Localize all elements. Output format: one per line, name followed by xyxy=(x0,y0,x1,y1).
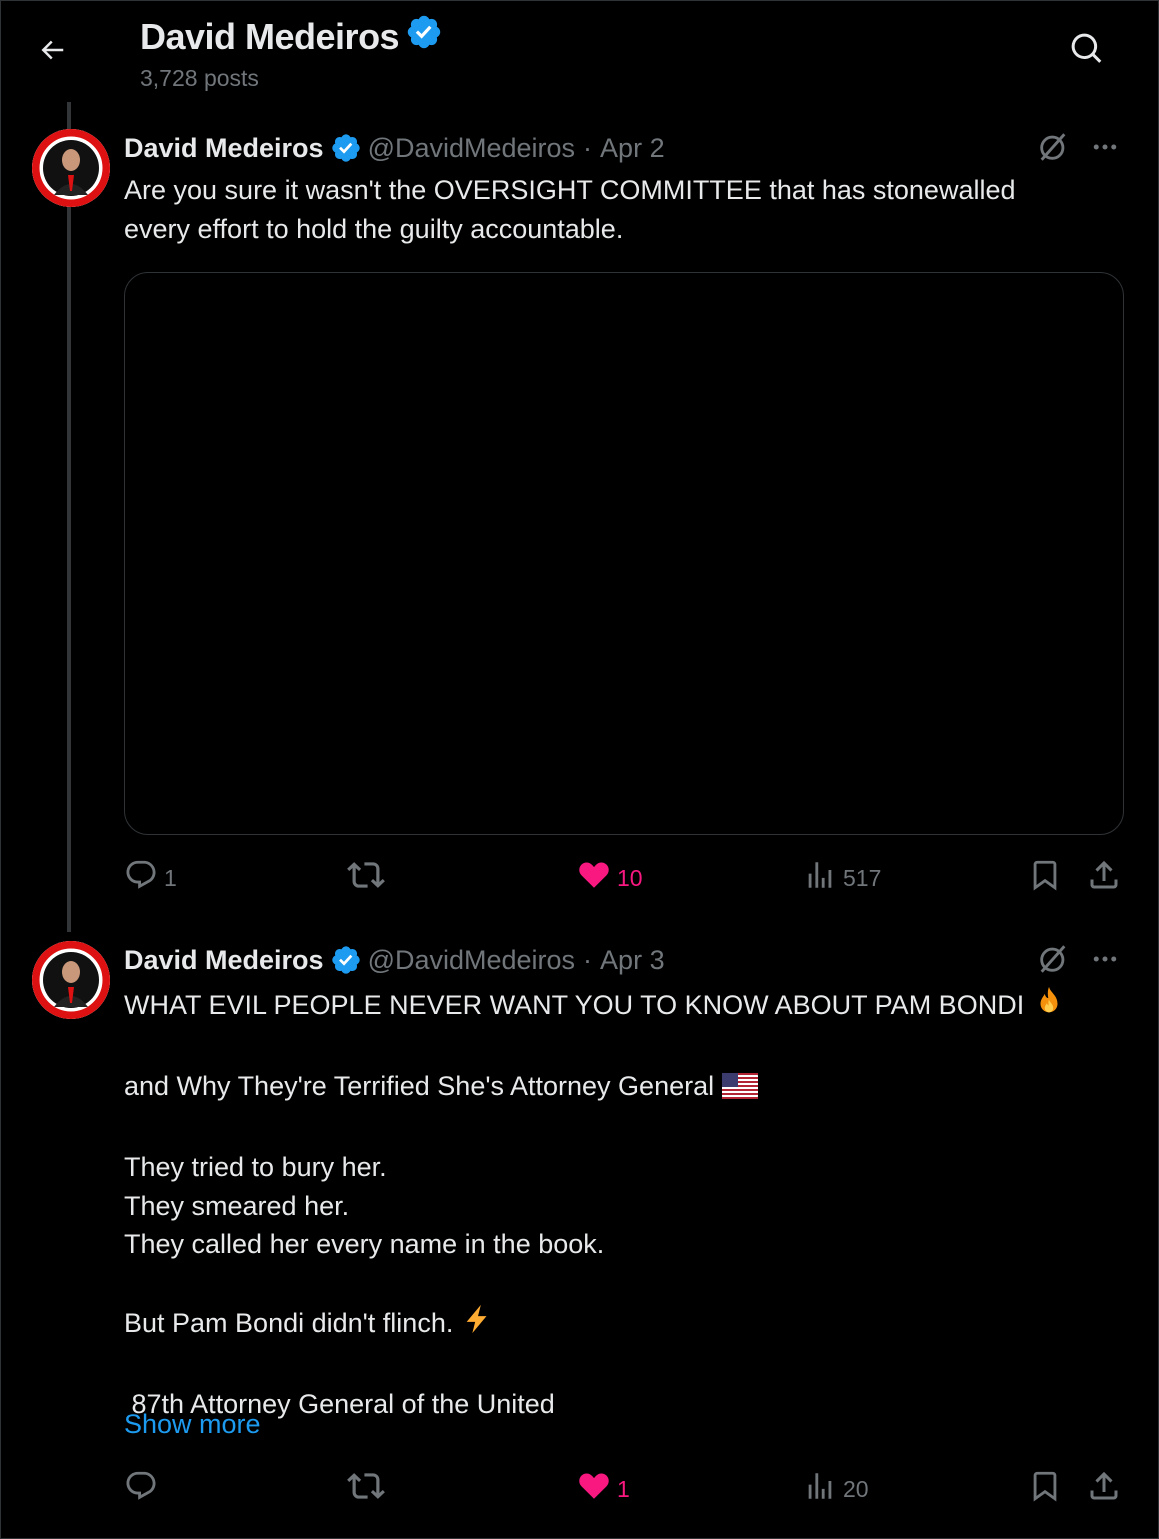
back-button[interactable] xyxy=(31,31,73,73)
avatar[interactable] xyxy=(32,129,110,207)
more-options-button[interactable] xyxy=(1086,942,1124,980)
tweet-text-segment: and Why They're Terrified She's Attorney… xyxy=(124,1071,715,1101)
thread-connector-line xyxy=(67,102,71,932)
search-button[interactable] xyxy=(1065,29,1109,73)
profile-name-text: David Medeiros xyxy=(140,15,400,57)
tweet-text-line xyxy=(124,1029,1124,1068)
tweet-text-line xyxy=(124,1347,1124,1386)
profile-name: David Medeiros xyxy=(140,13,443,60)
reply-icon xyxy=(124,1469,158,1509)
author-name[interactable]: David Medeiros xyxy=(124,133,324,164)
grok-icon xyxy=(1036,942,1070,981)
retweet-button[interactable] xyxy=(347,858,391,898)
share-icon xyxy=(1086,857,1122,899)
share-button[interactable] xyxy=(1086,858,1122,898)
search-icon xyxy=(1069,31,1105,72)
like-count: 1 xyxy=(617,1475,630,1502)
us-flag-emoji xyxy=(722,1071,759,1110)
author-handle[interactable]: @DavidMedeiros xyxy=(368,945,575,976)
separator-dot: · xyxy=(583,944,593,975)
bookmark-icon xyxy=(1028,858,1062,898)
share-icon xyxy=(1086,1468,1122,1510)
heart-icon xyxy=(577,858,611,898)
show-more-link[interactable]: Show more xyxy=(124,1409,261,1440)
grok-button[interactable] xyxy=(1034,942,1072,980)
avatar[interactable] xyxy=(32,941,110,1019)
posts-count: 3,728 posts xyxy=(140,65,259,91)
tweet-actions: 1 10 517 xyxy=(1,858,1158,898)
tweet-text-segment: But Pam Bondi didn't flinch. xyxy=(124,1308,454,1338)
bookmark-button[interactable] xyxy=(1028,858,1062,898)
reply-button[interactable] xyxy=(124,1469,164,1509)
back-arrow-icon xyxy=(37,35,67,70)
profile-header: David Medeiros 3,728 posts xyxy=(1,1,1158,101)
retweet-button[interactable] xyxy=(347,1469,391,1509)
views-icon xyxy=(803,1469,837,1509)
author-handle[interactable]: @DavidMedeiros xyxy=(368,133,575,164)
reply-icon xyxy=(124,858,158,898)
bookmark-icon xyxy=(1028,1469,1062,1509)
author-name[interactable]: David Medeiros xyxy=(124,945,324,976)
fire-emoji xyxy=(1032,984,1066,1029)
separator-dot: · xyxy=(583,132,593,163)
tweet-text-line xyxy=(124,1264,1124,1303)
tweet-text-line xyxy=(124,1110,1124,1149)
verified-badge-icon xyxy=(330,132,362,164)
more-options-button[interactable] xyxy=(1086,130,1124,168)
reply-count: 1 xyxy=(164,864,177,891)
tweet-text-line: But Pam Bondi didn't flinch. xyxy=(124,1302,1124,1347)
verified-badge-icon xyxy=(330,944,362,976)
like-button[interactable]: 1 xyxy=(577,1469,630,1509)
bookmark-button[interactable] xyxy=(1028,1469,1062,1509)
grok-icon xyxy=(1036,130,1070,169)
tweet-media[interactable] xyxy=(124,272,1124,835)
app-frame: David Medeiros 3,728 posts David Medeiro… xyxy=(0,0,1159,1539)
verified-badge-icon xyxy=(405,13,443,60)
views-button[interactable]: 20 xyxy=(803,1469,869,1509)
tweet-text-line: They tried to bury her. xyxy=(124,1152,387,1182)
tweet-text-line: WHAT EVIL PEOPLE NEVER WANT YOU TO KNOW … xyxy=(124,984,1124,1029)
view-count: 20 xyxy=(843,1475,869,1502)
tweet-text-line: every effort to hold the guilty accounta… xyxy=(124,213,624,244)
tweet-date[interactable]: Apr 2 xyxy=(600,133,665,164)
tweet-text-line: They smeared her. xyxy=(124,1190,350,1221)
like-count: 10 xyxy=(617,864,643,891)
tweet-text-line: They called her every name in the book. xyxy=(124,1229,605,1259)
tweet-text-line: Are you sure it wasn't the OVERSIGHT COM… xyxy=(124,175,1016,205)
tweet-date[interactable]: Apr 3 xyxy=(600,945,665,976)
tweet-text: Are you sure it wasn't the OVERSIGHT COM… xyxy=(124,171,1124,248)
reply-button[interactable]: 1 xyxy=(124,858,177,898)
tweet-text-segment: WHAT EVIL PEOPLE NEVER WANT YOU TO KNOW … xyxy=(124,990,1025,1020)
views-button[interactable]: 517 xyxy=(803,858,881,898)
lightning-emoji xyxy=(461,1302,495,1347)
tweet-text-line: 87th Attorney General of the United xyxy=(124,1389,555,1419)
like-button[interactable]: 10 xyxy=(577,858,643,898)
tweet-text: WHAT EVIL PEOPLE NEVER WANT YOU TO KNOW … xyxy=(124,984,1124,1424)
more-icon xyxy=(1090,132,1120,167)
grok-button[interactable] xyxy=(1034,130,1072,168)
tweet-text-line: and Why They're Terrified She's Attorney… xyxy=(124,1067,1124,1110)
retweet-icon xyxy=(347,856,385,900)
share-button[interactable] xyxy=(1086,1469,1122,1509)
tweet-actions: 1 20 xyxy=(1,1469,1158,1509)
retweet-icon xyxy=(347,1467,385,1511)
views-icon xyxy=(803,858,837,898)
tweet-header: David Medeiros @DavidMedeiros · Apr 3 xyxy=(124,943,665,977)
tweet-header: David Medeiros @DavidMedeiros · Apr 2 xyxy=(124,131,665,165)
view-count: 517 xyxy=(843,864,882,891)
more-icon xyxy=(1090,944,1120,979)
heart-icon xyxy=(577,1469,611,1509)
